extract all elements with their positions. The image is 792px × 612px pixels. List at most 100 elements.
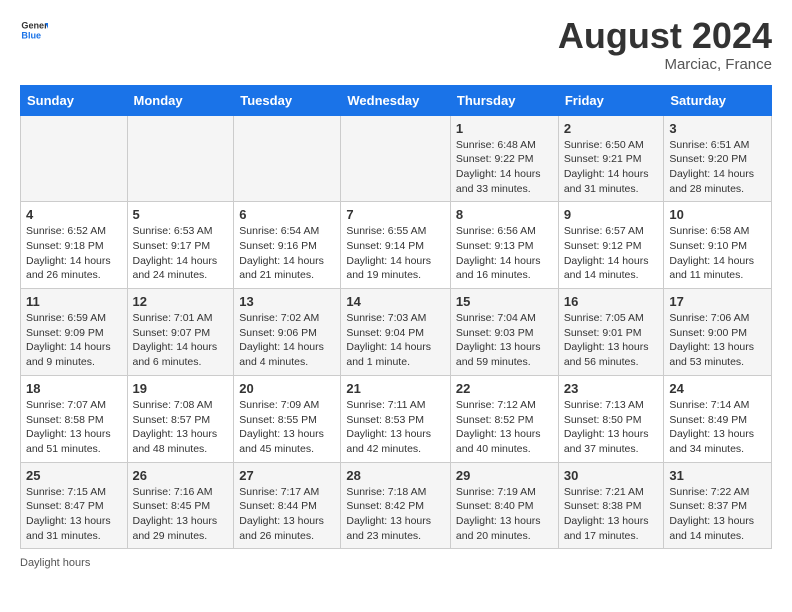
- calendar-day-cell: [127, 115, 234, 202]
- day-info: Sunrise: 7:17 AM Sunset: 8:44 PM Dayligh…: [239, 485, 335, 544]
- day-info: Sunrise: 7:05 AM Sunset: 9:01 PM Dayligh…: [564, 311, 659, 370]
- day-info: Sunrise: 6:54 AM Sunset: 9:16 PM Dayligh…: [239, 224, 335, 283]
- day-info: Sunrise: 7:01 AM Sunset: 9:07 PM Dayligh…: [133, 311, 229, 370]
- day-number: 17: [669, 294, 766, 309]
- calendar-day-cell: 15 Sunrise: 7:04 AM Sunset: 9:03 PM Dayli…: [450, 289, 558, 376]
- day-info: Sunrise: 7:21 AM Sunset: 8:38 PM Dayligh…: [564, 485, 659, 544]
- calendar-day-header: Saturday: [664, 85, 772, 115]
- day-info: Sunrise: 7:22 AM Sunset: 8:37 PM Dayligh…: [669, 485, 766, 544]
- calendar-day-cell: 16 Sunrise: 7:05 AM Sunset: 9:01 PM Dayli…: [558, 289, 664, 376]
- day-info: Sunrise: 7:06 AM Sunset: 9:00 PM Dayligh…: [669, 311, 766, 370]
- day-info: Sunrise: 7:04 AM Sunset: 9:03 PM Dayligh…: [456, 311, 553, 370]
- day-info: Sunrise: 6:56 AM Sunset: 9:13 PM Dayligh…: [456, 224, 553, 283]
- day-info: Sunrise: 7:14 AM Sunset: 8:49 PM Dayligh…: [669, 398, 766, 457]
- calendar-day-header: Thursday: [450, 85, 558, 115]
- month-year-title: August 2024: [558, 16, 772, 56]
- day-number: 28: [346, 468, 445, 483]
- calendar-day-header: Monday: [127, 85, 234, 115]
- calendar-day-cell: 29Sunrise: 7:19 AM Sunset: 8:40 PM Dayli…: [450, 462, 558, 549]
- calendar-day-cell: 23Sunrise: 7:13 AM Sunset: 8:50 PM Dayli…: [558, 375, 664, 462]
- calendar-day-cell: 31 Sunrise: 7:22 AM Sunset: 8:37 PM Dayli…: [664, 462, 772, 549]
- calendar-table: SundayMondayTuesdayWednesdayThursdayFrid…: [20, 85, 772, 550]
- day-number: 1: [456, 121, 553, 136]
- calendar-day-cell: 27Sunrise: 7:17 AM Sunset: 8:44 PM Dayli…: [234, 462, 341, 549]
- day-number: 19: [133, 381, 229, 396]
- day-number: 31: [669, 468, 766, 483]
- calendar-day-cell: 11Sunrise: 6:59 AM Sunset: 9:09 PM Dayli…: [21, 289, 128, 376]
- day-number: 11: [26, 294, 122, 309]
- day-number: 10: [669, 207, 766, 222]
- calendar-day-cell: 9 Sunrise: 6:57 AM Sunset: 9:12 PM Daylig…: [558, 202, 664, 289]
- day-number: 14: [346, 294, 445, 309]
- calendar-day-header: Friday: [558, 85, 664, 115]
- calendar-day-cell: [234, 115, 341, 202]
- day-info: Sunrise: 7:03 AM Sunset: 9:04 PM Dayligh…: [346, 311, 445, 370]
- calendar-day-header: Sunday: [21, 85, 128, 115]
- day-info: Sunrise: 6:51 AM Sunset: 9:20 PM Dayligh…: [669, 138, 766, 197]
- day-number: 26: [133, 468, 229, 483]
- calendar-day-cell: 17 Sunrise: 7:06 AM Sunset: 9:00 PM Dayli…: [664, 289, 772, 376]
- calendar-day-cell: 10Sunrise: 6:58 AM Sunset: 9:10 PM Dayli…: [664, 202, 772, 289]
- calendar-day-cell: 8 Sunrise: 6:56 AM Sunset: 9:13 PM Daylig…: [450, 202, 558, 289]
- calendar-day-cell: 2Sunrise: 6:50 AM Sunset: 9:21 PM Daylig…: [558, 115, 664, 202]
- calendar-day-cell: 25 Sunrise: 7:15 AM Sunset: 8:47 PM Dayli…: [21, 462, 128, 549]
- day-info: Sunrise: 7:12 AM Sunset: 8:52 PM Dayligh…: [456, 398, 553, 457]
- calendar-day-cell: 1Sunrise: 6:48 AM Sunset: 9:22 PM Daylig…: [450, 115, 558, 202]
- day-info: Sunrise: 6:55 AM Sunset: 9:14 PM Dayligh…: [346, 224, 445, 283]
- day-number: 20: [239, 381, 335, 396]
- day-info: Sunrise: 6:50 AM Sunset: 9:21 PM Dayligh…: [564, 138, 659, 197]
- calendar-day-cell: 12 Sunrise: 7:01 AM Sunset: 9:07 PM Dayli…: [127, 289, 234, 376]
- calendar-day-cell: 28Sunrise: 7:18 AM Sunset: 8:42 PM Dayli…: [341, 462, 451, 549]
- calendar-day-cell: 19 Sunrise: 7:08 AM Sunset: 8:57 PM Dayli…: [127, 375, 234, 462]
- calendar-day-cell: 24 Sunrise: 7:14 AM Sunset: 8:49 PM Dayli…: [664, 375, 772, 462]
- calendar-day-cell: 13 Sunrise: 7:02 AM Sunset: 9:06 PM Dayli…: [234, 289, 341, 376]
- day-info: Sunrise: 6:53 AM Sunset: 9:17 PM Dayligh…: [133, 224, 229, 283]
- calendar-day-cell: 21Sunrise: 7:11 AM Sunset: 8:53 PM Dayli…: [341, 375, 451, 462]
- day-info: Sunrise: 6:52 AM Sunset: 9:18 PM Dayligh…: [26, 224, 122, 283]
- day-info: Sunrise: 6:57 AM Sunset: 9:12 PM Dayligh…: [564, 224, 659, 283]
- calendar-day-cell: 4 Sunrise: 6:52 AM Sunset: 9:18 PM Daylig…: [21, 202, 128, 289]
- calendar-day-header: Wednesday: [341, 85, 451, 115]
- calendar-header-row: SundayMondayTuesdayWednesdayThursdayFrid…: [21, 85, 772, 115]
- calendar-week-row: 1Sunrise: 6:48 AM Sunset: 9:22 PM Daylig…: [21, 115, 772, 202]
- day-number: 12: [133, 294, 229, 309]
- calendar-week-row: 11Sunrise: 6:59 AM Sunset: 9:09 PM Dayli…: [21, 289, 772, 376]
- calendar-day-cell: 7 Sunrise: 6:55 AM Sunset: 9:14 PM Daylig…: [341, 202, 451, 289]
- day-number: 30: [564, 468, 659, 483]
- day-info: Sunrise: 7:11 AM Sunset: 8:53 PM Dayligh…: [346, 398, 445, 457]
- day-info: Sunrise: 7:19 AM Sunset: 8:40 PM Dayligh…: [456, 485, 553, 544]
- svg-text:General: General: [21, 21, 48, 31]
- day-info: Sunrise: 7:15 AM Sunset: 8:47 PM Dayligh…: [26, 485, 122, 544]
- page-header: General Blue August 2024 Marciac, France: [20, 16, 772, 73]
- day-number: 16: [564, 294, 659, 309]
- day-number: 9: [564, 207, 659, 222]
- calendar-day-cell: 6 Sunrise: 6:54 AM Sunset: 9:16 PM Daylig…: [234, 202, 341, 289]
- calendar-week-row: 18Sunrise: 7:07 AM Sunset: 8:58 PM Dayli…: [21, 375, 772, 462]
- location-subtitle: Marciac, France: [558, 56, 772, 73]
- calendar-day-cell: 14 Sunrise: 7:03 AM Sunset: 9:04 PM Dayli…: [341, 289, 451, 376]
- day-number: 7: [346, 207, 445, 222]
- day-number: 8: [456, 207, 553, 222]
- day-number: 23: [564, 381, 659, 396]
- svg-text:Blue: Blue: [21, 30, 41, 40]
- calendar-day-cell: 30 Sunrise: 7:21 AM Sunset: 8:38 PM Dayli…: [558, 462, 664, 549]
- calendar-day-cell: 18Sunrise: 7:07 AM Sunset: 8:58 PM Dayli…: [21, 375, 128, 462]
- day-info: Sunrise: 7:16 AM Sunset: 8:45 PM Dayligh…: [133, 485, 229, 544]
- day-number: 6: [239, 207, 335, 222]
- day-number: 4: [26, 207, 122, 222]
- day-number: 13: [239, 294, 335, 309]
- day-info: Sunrise: 7:02 AM Sunset: 9:06 PM Dayligh…: [239, 311, 335, 370]
- day-number: 24: [669, 381, 766, 396]
- day-info: Sunrise: 7:08 AM Sunset: 8:57 PM Dayligh…: [133, 398, 229, 457]
- calendar-day-cell: 5Sunrise: 6:53 AM Sunset: 9:17 PM Daylig…: [127, 202, 234, 289]
- calendar-day-cell: 22Sunrise: 7:12 AM Sunset: 8:52 PM Dayli…: [450, 375, 558, 462]
- calendar-week-row: 4 Sunrise: 6:52 AM Sunset: 9:18 PM Daylig…: [21, 202, 772, 289]
- title-area: August 2024 Marciac, France: [558, 16, 772, 73]
- day-number: 25: [26, 468, 122, 483]
- logo: General Blue: [20, 16, 48, 44]
- calendar-day-header: Tuesday: [234, 85, 341, 115]
- day-info: Sunrise: 7:07 AM Sunset: 8:58 PM Dayligh…: [26, 398, 122, 457]
- day-number: 15: [456, 294, 553, 309]
- logo-icon: General Blue: [20, 16, 48, 44]
- calendar-day-cell: 26 Sunrise: 7:16 AM Sunset: 8:45 PM Dayli…: [127, 462, 234, 549]
